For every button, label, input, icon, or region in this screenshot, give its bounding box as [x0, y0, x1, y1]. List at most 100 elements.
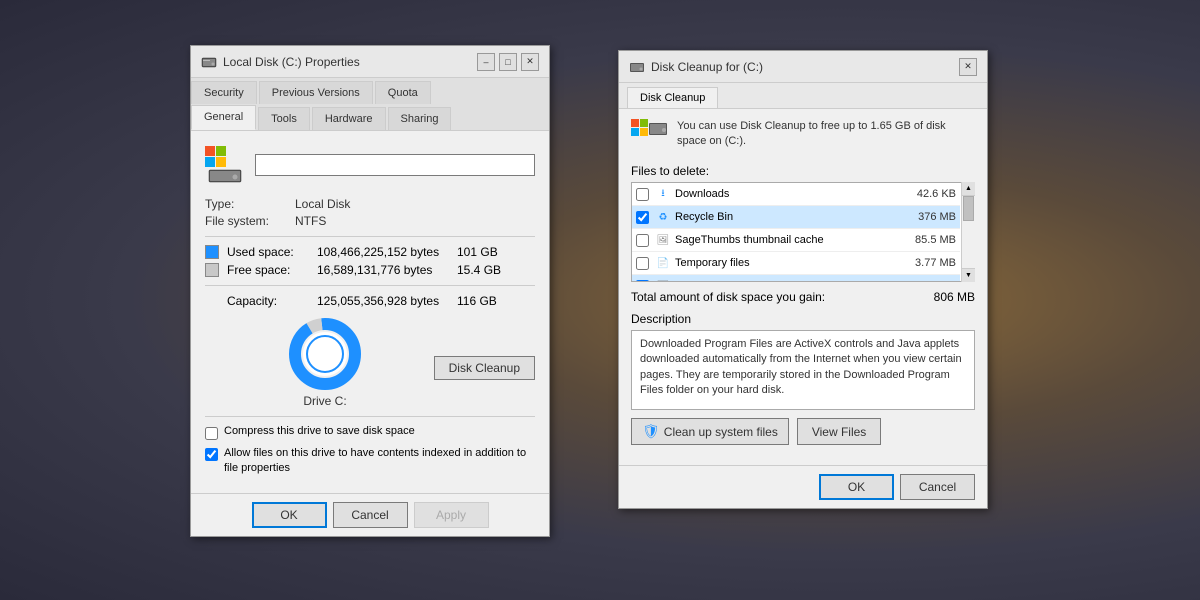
file-size: 428 MB — [901, 280, 956, 282]
file-name: Downloads — [675, 188, 901, 200]
used-color-swatch — [205, 245, 219, 259]
tab-security[interactable]: Security — [191, 81, 257, 104]
tab-general[interactable]: General — [191, 105, 256, 130]
clean-up-system-button[interactable]: 🛡 Clean up system files — [631, 418, 789, 445]
drive-name-input[interactable] — [255, 154, 535, 176]
free-space-row: Free space: 16,589,131,776 bytes 15.4 GB — [205, 263, 535, 277]
total-label: Total amount of disk space you gain: — [631, 290, 825, 304]
cleanup-window-title: Disk Cleanup for (C:) — [651, 60, 763, 74]
file-size: 42.6 KB — [901, 188, 956, 200]
maximize-button[interactable]: □ — [499, 53, 517, 71]
cleanup-window: Disk Cleanup for (C:) ✕ Disk Cleanup — [618, 50, 988, 509]
properties-window: Local Disk (C:) Properties – □ ✕ Securit… — [190, 45, 550, 537]
scroll-thumb[interactable] — [963, 196, 974, 221]
minimize-button[interactable]: – — [477, 53, 495, 71]
file-name: Thumbnails — [675, 280, 901, 282]
title-bar: Local Disk (C:) Properties – □ ✕ — [191, 46, 549, 78]
cleanup-tab[interactable]: Disk Cleanup — [627, 87, 718, 108]
file-size: 376 MB — [901, 211, 956, 223]
list-item: 📄 Temporary files 3.77 MB — [632, 252, 960, 275]
index-checkbox-row: Allow files on this drive to have conten… — [205, 446, 535, 477]
fs-label: File system: — [205, 214, 295, 228]
scrollbar[interactable]: ▲ ▼ — [961, 182, 975, 282]
title-bar-controls: – □ ✕ — [477, 53, 539, 71]
scroll-down-arrow[interactable]: ▼ — [962, 268, 975, 282]
used-gb: 101 GB — [457, 245, 498, 259]
list-item: 🖼 SageThumbs thumbnail cache 85.5 MB — [632, 229, 960, 252]
cleanup-actions: 🛡 Clean up system files View Files — [631, 418, 975, 445]
cleanup-close-button[interactable]: ✕ — [959, 58, 977, 76]
free-label: Free space: — [227, 263, 317, 277]
info-fs-row: File system: NTFS — [205, 214, 535, 228]
files-list[interactable]: ⭳ Downloads 42.6 KB ♻ Recycle Bin 376 MB… — [631, 182, 975, 282]
cleanup-cancel-button[interactable]: Cancel — [900, 474, 975, 500]
info-text: You can use Disk Cleanup to free up to 1… — [677, 119, 975, 150]
tabs-row-2: General Tools Hardware Sharing — [191, 104, 549, 131]
free-color-swatch — [205, 263, 219, 277]
list-item: ♻ Recycle Bin 376 MB — [632, 206, 960, 229]
compress-checkbox[interactable] — [205, 427, 218, 440]
index-checkbox[interactable] — [205, 448, 218, 461]
description-label: Description — [631, 312, 975, 326]
used-space-row: Used space: 108,466,225,152 bytes 101 GB — [205, 245, 535, 259]
disk-cleanup-button[interactable]: Disk Cleanup — [434, 356, 535, 380]
apply-button[interactable]: Apply — [414, 502, 489, 528]
props-content: Type: Local Disk File system: NTFS Used … — [191, 131, 549, 493]
cleanup-tab-bar: Disk Cleanup — [619, 83, 987, 109]
tab-hardware[interactable]: Hardware — [312, 107, 386, 130]
thumbs-icon: 🖼 — [655, 232, 671, 248]
file-size: 3.77 MB — [901, 257, 956, 269]
file-size: 85.5 MB — [901, 234, 956, 246]
capacity-gb: 116 GB — [457, 294, 497, 308]
title-bar-left: Local Disk (C:) Properties — [201, 54, 360, 70]
download-icon: ⭳ — [655, 186, 671, 202]
cleanup-content: You can use Disk Cleanup to free up to 1… — [619, 109, 987, 465]
temp-checkbox[interactable] — [636, 257, 649, 270]
cleanup-drive-icon — [631, 119, 667, 154]
shield-icon: 🛡 — [642, 423, 660, 440]
cleanup-icon — [629, 59, 645, 75]
cleanup-title-controls: ✕ — [959, 58, 977, 76]
tab-quota[interactable]: Quota — [375, 81, 431, 104]
capacity-bytes: 125,055,356,928 bytes — [317, 294, 457, 308]
downloads-checkbox[interactable] — [636, 188, 649, 201]
tabs-row-1: Security Previous Versions Quota — [191, 78, 549, 104]
free-gb: 15.4 GB — [457, 263, 501, 277]
temp-icon: 📄 — [655, 255, 671, 271]
sagethumbs-checkbox[interactable] — [636, 234, 649, 247]
cleanup-ok-button[interactable]: OK — [819, 474, 894, 500]
type-value: Local Disk — [295, 197, 350, 211]
tab-tools[interactable]: Tools — [258, 107, 310, 130]
file-name: SageThumbs thumbnail cache — [675, 234, 901, 246]
clean-up-system-label: Clean up system files — [664, 425, 778, 439]
recycle-checkbox[interactable] — [636, 211, 649, 224]
list-item: 🖼 Thumbnails 428 MB — [632, 275, 960, 282]
total-row: Total amount of disk space you gain: 806… — [631, 290, 975, 304]
thumbnails-checkbox[interactable] — [636, 280, 649, 283]
compress-label: Compress this drive to save disk space — [224, 425, 415, 437]
tab-previous-versions[interactable]: Previous Versions — [259, 81, 373, 104]
view-files-button[interactable]: View Files — [797, 418, 881, 445]
drive-icon-display — [205, 145, 245, 185]
description-box: Downloaded Program Files are ActiveX con… — [631, 330, 975, 410]
drive-label: Drive C: — [303, 394, 346, 408]
window-title: Local Disk (C:) Properties — [223, 55, 360, 69]
tab-sharing[interactable]: Sharing — [388, 107, 452, 130]
info-type-row: Type: Local Disk — [205, 197, 535, 211]
free-bytes: 16,589,131,776 bytes — [317, 263, 457, 277]
used-bytes: 108,466,225,152 bytes — [317, 245, 457, 259]
cancel-button[interactable]: Cancel — [333, 502, 408, 528]
scroll-up-arrow[interactable]: ▲ — [962, 182, 975, 196]
props-footer: OK Cancel Apply — [191, 493, 549, 536]
type-label: Type: — [205, 197, 295, 211]
list-item: ⭳ Downloads 42.6 KB — [632, 183, 960, 206]
cleanup-title-bar: Disk Cleanup for (C:) ✕ — [619, 51, 987, 83]
capacity-row: Capacity: 125,055,356,928 bytes 116 GB — [205, 294, 535, 308]
close-button[interactable]: ✕ — [521, 53, 539, 71]
files-label: Files to delete: — [631, 164, 975, 178]
capacity-label: Capacity: — [227, 294, 317, 308]
drive-icon — [201, 54, 217, 70]
compress-checkbox-row: Compress this drive to save disk space — [205, 425, 535, 440]
ok-button[interactable]: OK — [252, 502, 327, 528]
recycle-icon: ♻ — [655, 209, 671, 225]
